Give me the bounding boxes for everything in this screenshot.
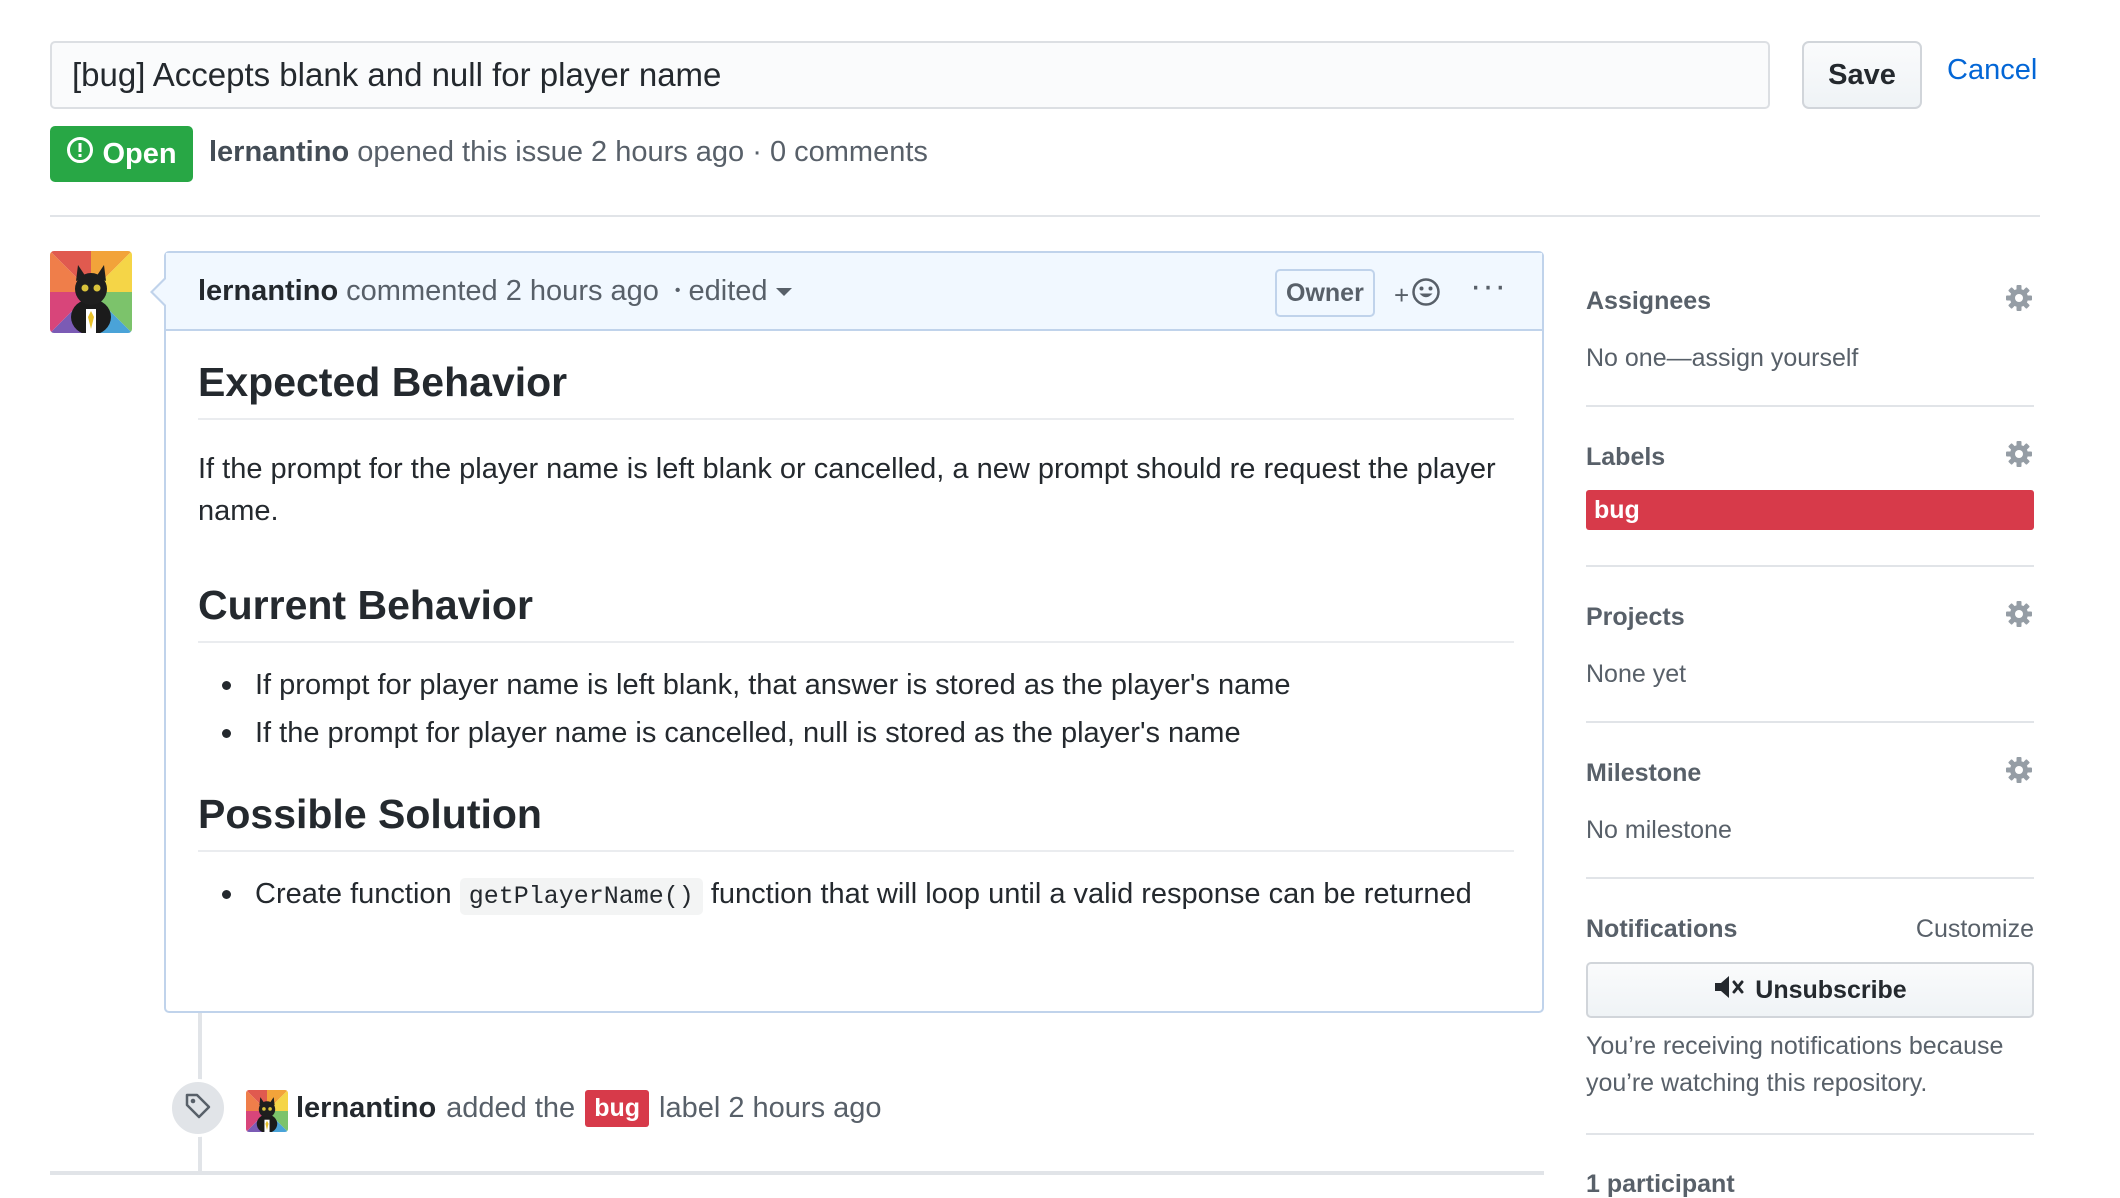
projects-value: None yet — [1586, 660, 1687, 688]
milestone-value: No milestone — [1586, 816, 1732, 844]
edited-dropdown[interactable]: edited — [689, 275, 792, 308]
owner-badge: Owner — [1275, 269, 1375, 317]
sidebar-labels-title: Labels — [1586, 443, 1666, 471]
event-avatar[interactable] — [246, 1090, 288, 1132]
add-reaction-button[interactable]: + — [1394, 277, 1441, 314]
sidebar-divider — [1586, 877, 2034, 879]
issue-opened-icon — [66, 136, 94, 172]
edited-label: edited — [688, 274, 768, 307]
comment-timestamp[interactable]: commented 2 hours ago — [346, 275, 659, 308]
unsubscribe-button[interactable]: Unsubscribe — [1586, 962, 2034, 1018]
paragraph-expected: If the prompt for the player name is lef… — [198, 453, 1496, 527]
comment-arrow-inner — [153, 279, 166, 305]
sidebar-notifications: Notifications Customize Unsubscribe You’… — [1586, 915, 2034, 1102]
sidebar-labels: Labels bug — [1586, 441, 2034, 530]
bug-label[interactable]: bug — [585, 1090, 650, 1127]
event-text-before: added the — [446, 1092, 576, 1124]
status-label: Open — [102, 137, 177, 170]
assign-yourself-link[interactable]: No one—assign yourself — [1586, 344, 2034, 373]
inline-code: getPlayerName() — [459, 878, 703, 915]
event-author-link[interactable]: lernantino — [296, 1092, 436, 1125]
plus-sign: + — [1394, 280, 1410, 310]
event-text-after: label 2 hours ago — [659, 1092, 882, 1124]
more-options-button[interactable]: ··· — [1470, 267, 1507, 306]
solution-text-post: function that will loop until a valid re… — [710, 878, 1472, 910]
author-link[interactable]: lernantino — [209, 136, 349, 168]
solution-list: Create function getPlayerName() function… — [198, 870, 1514, 921]
cancel-link[interactable]: Cancel — [1947, 54, 2037, 87]
sidebar-participants: 1 participant — [1586, 1170, 2034, 1198]
timeline-event-text: lernantino added the bug label 2 hours a… — [296, 1090, 882, 1127]
chevron-down-icon — [775, 287, 792, 296]
heading-possible-solution: Possible Solution — [198, 791, 1514, 852]
gear-icon[interactable] — [2004, 283, 2034, 318]
list-item: Create function getPlayerName() function… — [198, 870, 1514, 921]
customize-link[interactable]: Customize — [1916, 915, 2034, 944]
notification-reason: You’re receiving notifications because y… — [1586, 1032, 2004, 1097]
timeline-badge — [169, 1079, 227, 1137]
sidebar-divider — [1586, 721, 2034, 723]
smiley-icon — [1411, 277, 1441, 314]
status-badge: Open — [50, 126, 193, 182]
save-button[interactable]: Save — [1802, 41, 1922, 109]
list-item: If prompt for player name is left blank,… — [198, 661, 1514, 709]
sidebar-milestone: Milestone No milestone — [1586, 757, 2034, 845]
current-behavior-list: If prompt for player name is left blank,… — [198, 661, 1514, 757]
comment-author-link[interactable]: lernantino — [198, 275, 338, 308]
heading-current-behavior: Current Behavior — [198, 582, 1514, 643]
sidebar-assignees-title: Assignees — [1586, 287, 1712, 315]
sidebar-projects-title: Projects — [1586, 603, 1685, 631]
gear-icon[interactable] — [2004, 599, 2034, 634]
issue-meta-text: opened this issue 2 hours ago · 0 commen… — [357, 136, 928, 168]
sidebar-divider — [1586, 1133, 2034, 1135]
sidebar-milestone-title: Milestone — [1586, 759, 1702, 787]
participants-count: 1 participant — [1586, 1170, 1735, 1198]
issue-comment: lernantino commented 2 hours ago • edite… — [164, 251, 1544, 1013]
solution-text-pre: Create function — [255, 878, 452, 910]
gear-icon[interactable] — [2004, 755, 2034, 790]
heading-expected-behavior: Expected Behavior — [198, 359, 1514, 420]
sidebar-projects: Projects None yet — [1586, 601, 2034, 689]
header-divider — [50, 215, 2040, 217]
separator-dot: • — [674, 282, 681, 299]
tag-icon — [183, 1091, 213, 1126]
sidebar-assignees: Assignees No one—assign yourself — [1586, 285, 2034, 373]
issue-title-input[interactable] — [50, 41, 1770, 109]
comment-body: Expected Behavior If the prompt for the … — [198, 331, 1514, 921]
sidebar-divider — [1586, 565, 2034, 567]
comment-header: lernantino commented 2 hours ago • edite… — [166, 253, 1542, 331]
sidebar-bug-label[interactable]: bug — [1586, 490, 2034, 530]
avatar[interactable] — [50, 251, 132, 333]
timeline-bottom-divider — [50, 1171, 1544, 1175]
list-item: If the prompt for player name is cancell… — [198, 709, 1514, 757]
unsubscribe-label: Unsubscribe — [1755, 975, 1907, 1004]
sidebar-divider — [1586, 405, 2034, 407]
issue-meta: lernantino opened this issue 2 hours ago… — [209, 136, 928, 169]
mute-icon — [1713, 974, 1745, 1007]
gear-icon[interactable] — [2004, 439, 2034, 474]
